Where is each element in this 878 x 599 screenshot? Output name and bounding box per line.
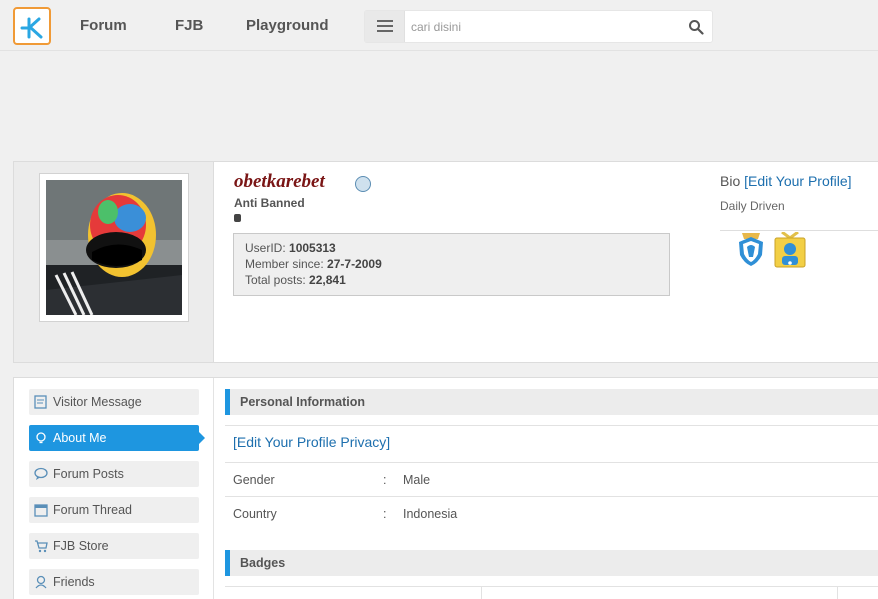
reputation-icon — [234, 214, 241, 222]
total-posts-label: Total posts: — [245, 273, 306, 287]
member-since-label: Member since: — [245, 257, 324, 271]
sidebar-item-label: FJB Store — [53, 539, 109, 553]
sidebar-item-label: Forum Thread — [53, 503, 132, 517]
username: obetkarebet — [234, 171, 325, 192]
country-label: Country — [233, 507, 277, 521]
search-input[interactable] — [411, 17, 671, 37]
nav-fjb[interactable]: FJB — [175, 17, 203, 34]
gender-label: Gender — [233, 473, 275, 487]
sidebar-item-label: Forum Posts — [53, 467, 124, 481]
about-me-main: Personal Information [Edit Your Profile … — [225, 378, 878, 599]
sidebar-item-forum-thread[interactable]: Forum Thread — [29, 497, 199, 523]
bio-heading: Bio [Edit Your Profile] — [720, 173, 852, 189]
menu-button[interactable] — [365, 11, 405, 42]
gender-row: Gender : Male — [233, 473, 431, 487]
nav-forum[interactable]: Forum — [80, 17, 127, 34]
sidebar-item-forum-posts[interactable]: Forum Posts — [29, 461, 199, 487]
country-row: Country : Indonesia — [233, 507, 458, 521]
search-icon[interactable] — [688, 19, 704, 35]
sidebar-item-fjb-store[interactable]: FJB Store — [29, 533, 199, 559]
edit-profile-privacy-link[interactable]: [Edit Your Profile Privacy] — [233, 434, 390, 450]
bio-text: Daily Driven — [720, 199, 785, 213]
total-posts-value: 22,841 — [309, 273, 346, 287]
calendar-icon — [34, 504, 48, 517]
sidebar-item-label: Visitor Message — [53, 395, 142, 409]
profile-header-card: obetkarebet Anti Banned UserID: 1005313 … — [13, 161, 878, 363]
sidebar-item-label: Friends — [53, 575, 95, 589]
avatar[interactable] — [39, 173, 189, 322]
bio-label: Bio — [720, 173, 741, 189]
nav-playground[interactable]: Playground — [246, 17, 329, 34]
sidebar-item-visitor-message[interactable]: Visitor Message — [29, 389, 199, 415]
profile-content-panel: Visitor Message About Me Forum Posts For… — [13, 377, 878, 599]
personal-information-header: Personal Information — [225, 389, 878, 415]
note-icon — [34, 395, 47, 409]
sidebar-item-friends[interactable]: Friends — [29, 569, 199, 595]
country-value: Indonesia — [403, 507, 458, 521]
kaskus-k-icon — [20, 17, 43, 39]
bulb-icon — [36, 432, 46, 444]
user-stats-box: UserID: 1005313 Member since: 27-7-2009 … — [233, 233, 670, 296]
user-title: Anti Banned — [234, 196, 305, 210]
sidebar-item-about-me[interactable]: About Me — [29, 425, 205, 451]
chat-icon — [34, 467, 48, 480]
member-since-value: 27-7-2009 — [327, 257, 382, 271]
userid-label: UserID: — [245, 241, 286, 255]
top-navbar: Forum FJB Playground — [0, 0, 878, 51]
shield-badge-icon[interactable] — [736, 231, 766, 267]
friends-icon — [35, 575, 47, 589]
gender-value: Male — [403, 473, 431, 487]
profile-sidebar: Visitor Message About Me Forum Posts For… — [14, 378, 214, 599]
online-status-icon — [355, 176, 371, 192]
edit-profile-link[interactable]: [Edit Your Profile] — [744, 173, 851, 189]
userid-value: 1005313 — [289, 241, 336, 255]
cart-icon — [35, 540, 48, 553]
avatar-column — [14, 162, 214, 362]
badges-header: Badges — [225, 550, 878, 576]
hamburger-icon — [377, 20, 393, 22]
badges-table — [225, 586, 878, 599]
search-bar — [364, 10, 713, 43]
sidebar-item-label: About Me — [53, 431, 107, 445]
avatar-image — [46, 180, 182, 316]
user-badge-icon[interactable] — [773, 232, 807, 268]
kaskus-logo[interactable] — [13, 7, 51, 45]
